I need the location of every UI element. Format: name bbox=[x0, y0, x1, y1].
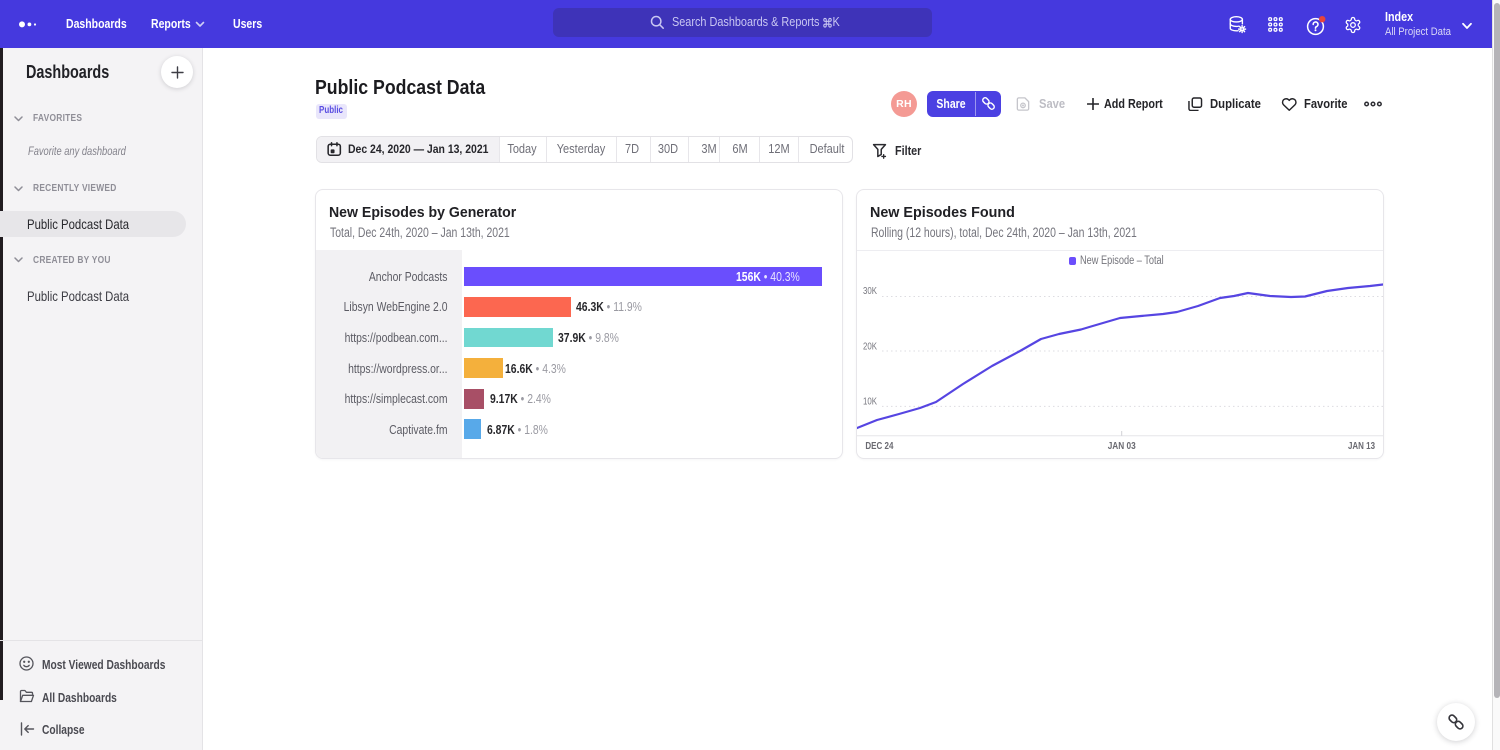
svg-text:JAN 13: JAN 13 bbox=[1348, 440, 1375, 452]
svg-text:JAN 03: JAN 03 bbox=[1108, 440, 1136, 452]
svg-text:30K: 30K bbox=[863, 285, 877, 297]
svg-text:10K: 10K bbox=[863, 396, 877, 408]
svg-text:DEC 24: DEC 24 bbox=[865, 440, 893, 452]
svg-text:20K: 20K bbox=[863, 340, 877, 352]
